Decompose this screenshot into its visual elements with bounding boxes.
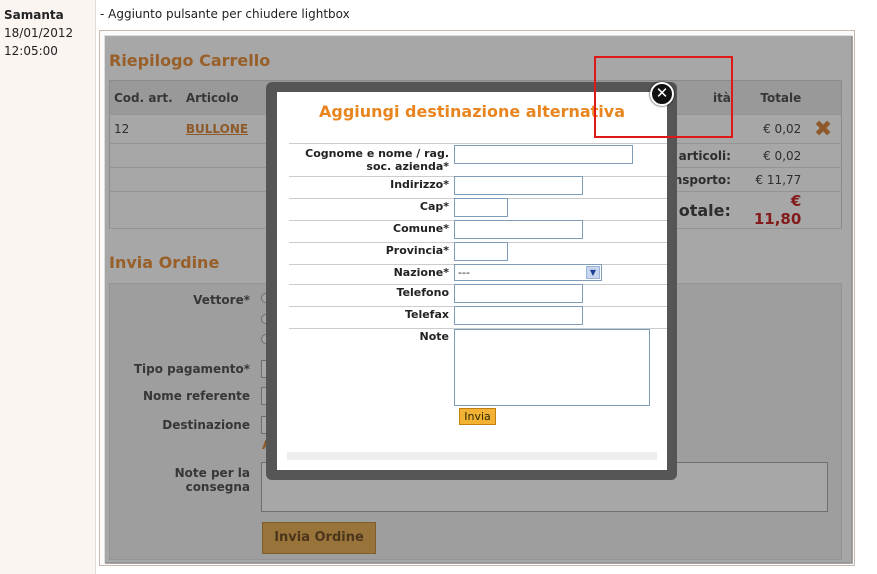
cognome-label: Cognome e nome / rag. soc. azienda* bbox=[305, 147, 449, 173]
entry-time: 12:05:00 bbox=[4, 44, 58, 58]
chevron-down-icon: ▼ bbox=[586, 266, 600, 279]
entry-meta: Samanta 18/01/2012 12:05:00 bbox=[0, 0, 96, 574]
cognome-input[interactable] bbox=[454, 145, 633, 164]
indirizzo-input[interactable] bbox=[454, 176, 583, 195]
note-label: Note bbox=[419, 330, 449, 343]
nazione-select[interactable]: --- ▼ bbox=[454, 264, 602, 281]
highlight-annotation bbox=[594, 56, 733, 138]
comune-label: Comune* bbox=[393, 222, 449, 235]
comune-input[interactable] bbox=[454, 220, 583, 239]
provincia-input[interactable] bbox=[454, 242, 508, 261]
entry-date: 18/01/2012 bbox=[4, 26, 74, 40]
nazione-selected: --- bbox=[458, 266, 470, 279]
lightbox-submit-button[interactable]: Invia bbox=[459, 408, 496, 425]
telefono-label: Telefono bbox=[396, 286, 449, 299]
lightbox-footer bbox=[287, 452, 657, 460]
lightbox: Aggiungi destinazione alternativa Cognom… bbox=[277, 92, 667, 470]
indirizzo-label: Indirizzo* bbox=[390, 178, 449, 191]
provincia-label: Provincia* bbox=[385, 244, 449, 257]
cap-input[interactable] bbox=[454, 198, 508, 217]
entry-note: - Aggiunto pulsante per chiudere lightbo… bbox=[100, 7, 350, 21]
telefono-input[interactable] bbox=[454, 284, 583, 303]
telefax-input[interactable] bbox=[454, 306, 583, 325]
nazione-label: Nazione* bbox=[393, 266, 449, 279]
telefax-label: Telefax bbox=[404, 308, 449, 321]
entry-author: Samanta bbox=[4, 8, 64, 22]
cap-label: Cap* bbox=[419, 200, 449, 213]
note-textarea[interactable] bbox=[454, 329, 650, 406]
